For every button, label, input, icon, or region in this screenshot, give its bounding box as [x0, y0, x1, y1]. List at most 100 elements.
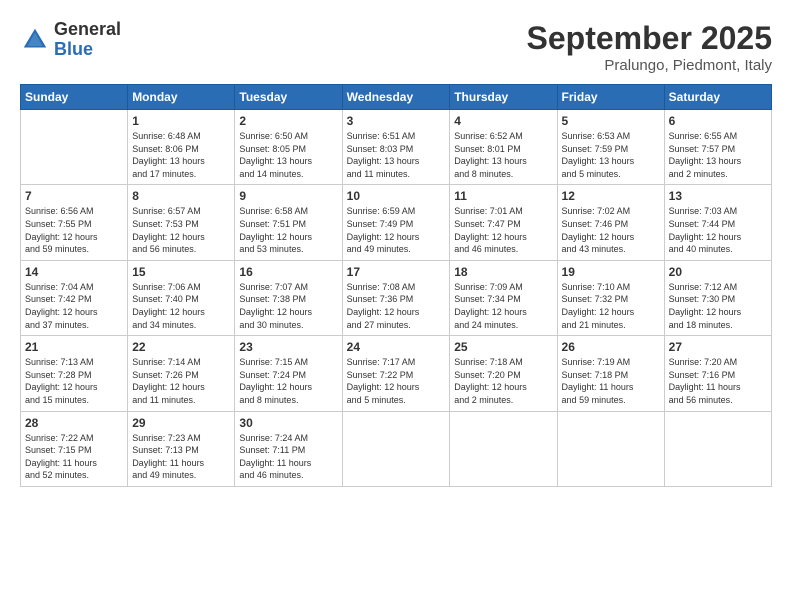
calendar-cell: 8 Sunrise: 6:57 AM Sunset: 7:53 PM Daylig… — [128, 185, 235, 260]
calendar-cell: 14Sunrise: 7:04 AM Sunset: 7:42 PM Dayli… — [21, 260, 128, 335]
calendar-cell: 20Sunrise: 7:12 AM Sunset: 7:30 PM Dayli… — [664, 260, 771, 335]
calendar-cell: 11Sunrise: 7:01 AM Sunset: 7:47 PM Dayli… — [450, 185, 557, 260]
day-number: 2 — [239, 114, 337, 128]
day-number: 24 — [347, 340, 446, 354]
day-number: 25 — [454, 340, 552, 354]
calendar-cell: 12 Sunrise: 7:02 AM Sunset: 7:46 PM Dayli… — [557, 185, 664, 260]
day-number: 8 — [132, 189, 230, 203]
day-info: Sunrise: 7:22 AM Sunset: 7:15 PM Dayligh… — [25, 432, 123, 482]
calendar-cell — [21, 110, 128, 185]
calendar-cell: 6Sunrise: 6:55 AM Sunset: 7:57 PM Daylig… — [664, 110, 771, 185]
day-info: Sunrise: 6:57 AM Sunset: 7:53 PM Dayligh… — [132, 205, 230, 255]
day-number: 22 — [132, 340, 230, 354]
calendar-header-row: SundayMondayTuesdayWednesdayThursdayFrid… — [21, 85, 772, 110]
day-header-monday: Monday — [128, 85, 235, 110]
day-info: Sunrise: 7:13 AM Sunset: 7:28 PM Dayligh… — [25, 356, 123, 406]
day-info: Sunrise: 7:23 AM Sunset: 7:13 PM Dayligh… — [132, 432, 230, 482]
day-info: Sunrise: 6:52 AM Sunset: 8:01 PM Dayligh… — [454, 130, 552, 180]
logo-general: General — [54, 19, 121, 39]
calendar-cell: 23Sunrise: 7:15 AM Sunset: 7:24 PM Dayli… — [235, 336, 342, 411]
day-number: 27 — [669, 340, 767, 354]
day-header-sunday: Sunday — [21, 85, 128, 110]
day-header-friday: Friday — [557, 85, 664, 110]
day-number: 30 — [239, 416, 337, 430]
day-number: 19 — [562, 265, 660, 279]
day-info: Sunrise: 7:02 AM Sunset: 7:46 PM Dayligh… — [562, 205, 660, 255]
day-info: Sunrise: 7:10 AM Sunset: 7:32 PM Dayligh… — [562, 281, 660, 331]
calendar-cell: 3 Sunrise: 6:51 AM Sunset: 8:03 PM Daylig… — [342, 110, 450, 185]
logo-blue: Blue — [54, 39, 93, 59]
day-number: 17 — [347, 265, 446, 279]
day-info: Sunrise: 6:48 AM Sunset: 8:06 PM Dayligh… — [132, 130, 230, 180]
day-info: Sunrise: 7:06 AM Sunset: 7:40 PM Dayligh… — [132, 281, 230, 331]
calendar-cell: 16 Sunrise: 7:07 AM Sunset: 7:38 PM Dayli… — [235, 260, 342, 335]
day-number: 1 — [132, 114, 230, 128]
calendar-cell: 30Sunrise: 7:24 AM Sunset: 7:11 PM Dayli… — [235, 411, 342, 486]
calendar-cell — [664, 411, 771, 486]
day-info: Sunrise: 6:51 AM Sunset: 8:03 PM Dayligh… — [347, 130, 446, 180]
day-number: 4 — [454, 114, 552, 128]
day-info: Sunrise: 7:14 AM Sunset: 7:26 PM Dayligh… — [132, 356, 230, 406]
logo-icon — [20, 25, 50, 55]
day-info: Sunrise: 7:18 AM Sunset: 7:20 PM Dayligh… — [454, 356, 552, 406]
location: Pralungo, Piedmont, Italy — [527, 57, 772, 74]
calendar-cell: 19 Sunrise: 7:10 AM Sunset: 7:32 PM Dayli… — [557, 260, 664, 335]
logo-text: General Blue — [54, 20, 121, 60]
day-number: 16 — [239, 265, 337, 279]
logo: General Blue — [20, 20, 121, 60]
day-info: Sunrise: 7:08 AM Sunset: 7:36 PM Dayligh… — [347, 281, 446, 331]
day-number: 29 — [132, 416, 230, 430]
calendar-cell: 9 Sunrise: 6:58 AM Sunset: 7:51 PM Daylig… — [235, 185, 342, 260]
day-number: 23 — [239, 340, 337, 354]
day-header-wednesday: Wednesday — [342, 85, 450, 110]
day-header-thursday: Thursday — [450, 85, 557, 110]
day-info: Sunrise: 7:19 AM Sunset: 7:18 PM Dayligh… — [562, 356, 660, 406]
calendar-week-row: 21Sunrise: 7:13 AM Sunset: 7:28 PM Dayli… — [21, 336, 772, 411]
page-header: General Blue September 2025 Pralungo, Pi… — [20, 20, 772, 74]
day-info: Sunrise: 7:03 AM Sunset: 7:44 PM Dayligh… — [669, 205, 767, 255]
day-number: 5 — [562, 114, 660, 128]
calendar-cell — [342, 411, 450, 486]
calendar-cell — [450, 411, 557, 486]
day-info: Sunrise: 6:53 AM Sunset: 7:59 PM Dayligh… — [562, 130, 660, 180]
calendar-cell: 4 Sunrise: 6:52 AM Sunset: 8:01 PM Daylig… — [450, 110, 557, 185]
calendar-cell: 15 Sunrise: 7:06 AM Sunset: 7:40 PM Dayli… — [128, 260, 235, 335]
day-number: 7 — [25, 189, 123, 203]
day-number: 15 — [132, 265, 230, 279]
title-block: September 2025 Pralungo, Piedmont, Italy — [527, 20, 772, 74]
calendar-cell: 17 Sunrise: 7:08 AM Sunset: 7:36 PM Dayli… — [342, 260, 450, 335]
day-info: Sunrise: 7:12 AM Sunset: 7:30 PM Dayligh… — [669, 281, 767, 331]
calendar-cell: 28 Sunrise: 7:22 AM Sunset: 7:15 PM Dayli… — [21, 411, 128, 486]
calendar-cell: 29 Sunrise: 7:23 AM Sunset: 7:13 PM Dayli… — [128, 411, 235, 486]
day-info: Sunrise: 7:20 AM Sunset: 7:16 PM Dayligh… — [669, 356, 767, 406]
calendar-cell: 13 Sunrise: 7:03 AM Sunset: 7:44 PM Dayli… — [664, 185, 771, 260]
day-number: 26 — [562, 340, 660, 354]
calendar-cell: 21Sunrise: 7:13 AM Sunset: 7:28 PM Dayli… — [21, 336, 128, 411]
calendar-cell: 27 Sunrise: 7:20 AM Sunset: 7:16 PM Dayli… — [664, 336, 771, 411]
calendar-cell: 26 Sunrise: 7:19 AM Sunset: 7:18 PM Dayli… — [557, 336, 664, 411]
day-info: Sunrise: 7:17 AM Sunset: 7:22 PM Dayligh… — [347, 356, 446, 406]
calendar-cell: 22 Sunrise: 7:14 AM Sunset: 7:26 PM Dayli… — [128, 336, 235, 411]
calendar-cell: 10Sunrise: 6:59 AM Sunset: 7:49 PM Dayli… — [342, 185, 450, 260]
day-info: Sunrise: 7:01 AM Sunset: 7:47 PM Dayligh… — [454, 205, 552, 255]
day-info: Sunrise: 6:58 AM Sunset: 7:51 PM Dayligh… — [239, 205, 337, 255]
calendar-cell: 18 Sunrise: 7:09 AM Sunset: 7:34 PM Dayli… — [450, 260, 557, 335]
day-info: Sunrise: 6:50 AM Sunset: 8:05 PM Dayligh… — [239, 130, 337, 180]
day-header-saturday: Saturday — [664, 85, 771, 110]
calendar-cell: 7Sunrise: 6:56 AM Sunset: 7:55 PM Daylig… — [21, 185, 128, 260]
day-number: 14 — [25, 265, 123, 279]
calendar-week-row: 14Sunrise: 7:04 AM Sunset: 7:42 PM Dayli… — [21, 260, 772, 335]
calendar-cell — [557, 411, 664, 486]
day-number: 3 — [347, 114, 446, 128]
day-info: Sunrise: 7:09 AM Sunset: 7:34 PM Dayligh… — [454, 281, 552, 331]
day-number: 18 — [454, 265, 552, 279]
calendar-cell: 1 Sunrise: 6:48 AM Sunset: 8:06 PM Daylig… — [128, 110, 235, 185]
day-number: 12 — [562, 189, 660, 203]
calendar-cell: 2 Sunrise: 6:50 AM Sunset: 8:05 PM Daylig… — [235, 110, 342, 185]
day-number: 9 — [239, 189, 337, 203]
day-number: 13 — [669, 189, 767, 203]
day-header-tuesday: Tuesday — [235, 85, 342, 110]
day-info: Sunrise: 7:07 AM Sunset: 7:38 PM Dayligh… — [239, 281, 337, 331]
day-number: 28 — [25, 416, 123, 430]
day-info: Sunrise: 6:55 AM Sunset: 7:57 PM Dayligh… — [669, 130, 767, 180]
